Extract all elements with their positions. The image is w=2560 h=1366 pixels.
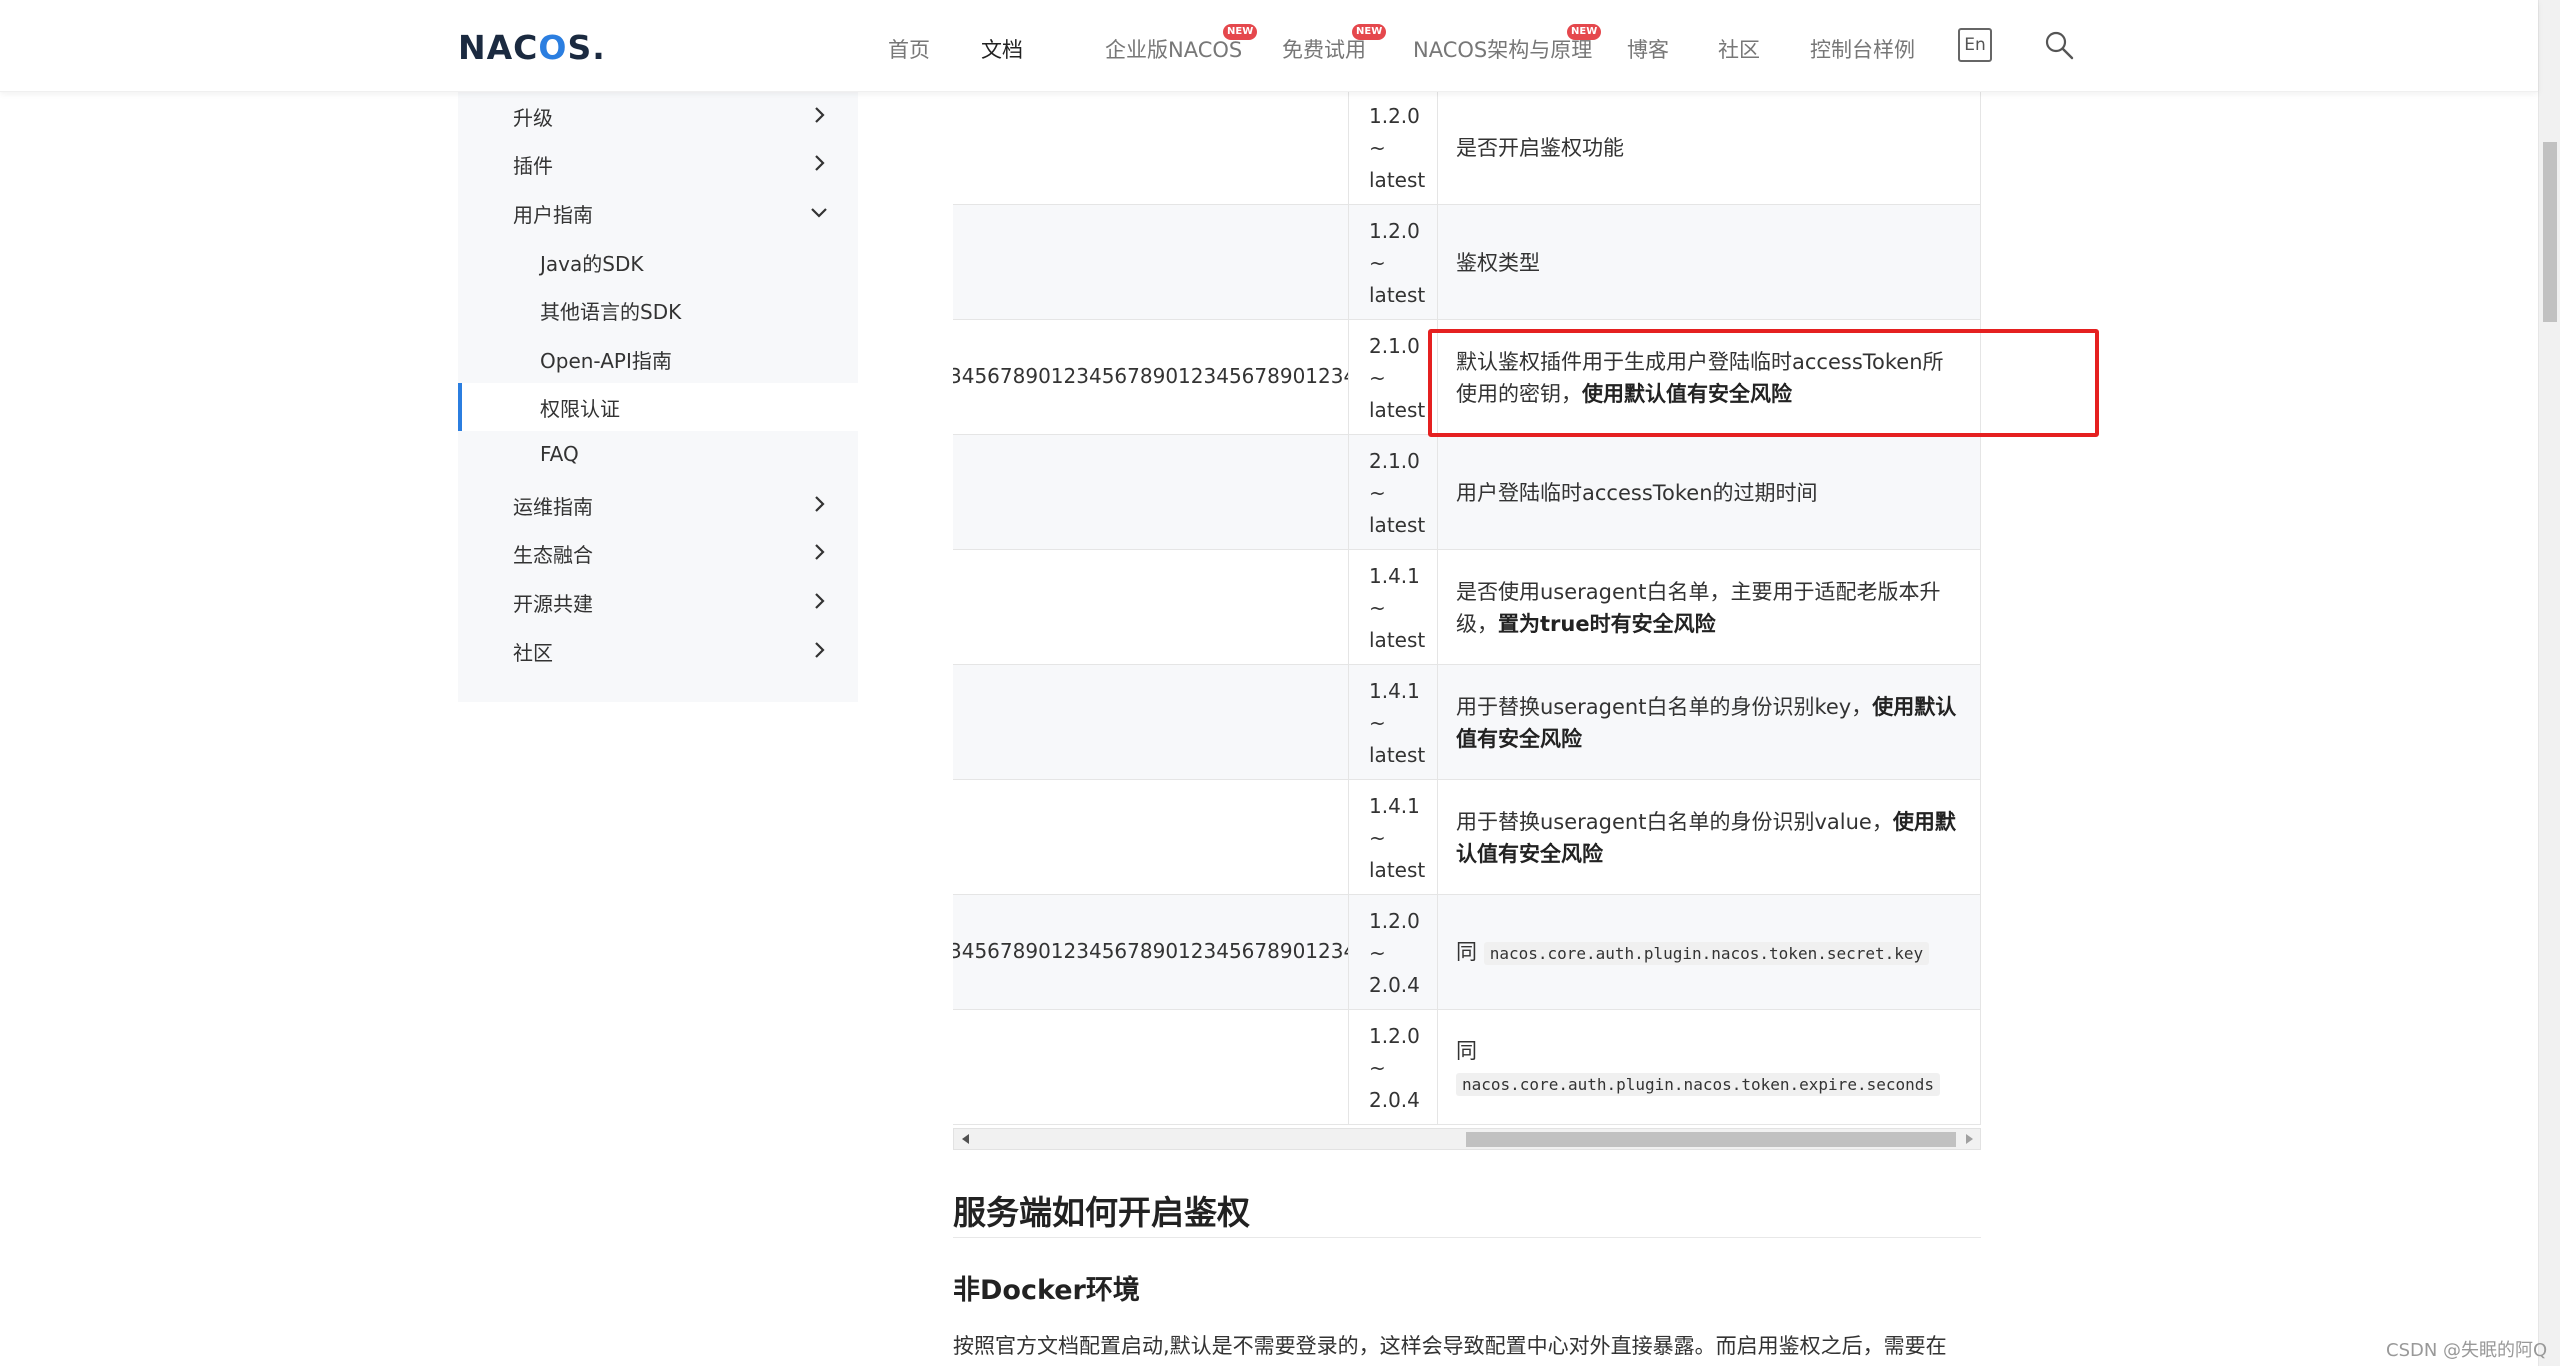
docs-sidebar: 升级 插件 用户指南 Java的SDK 其他语言的SDK Open-API指南 … <box>458 92 858 702</box>
inline-code: nacos.core.auth.plugin.nacos.token.expir… <box>1456 1072 1941 1096</box>
sidebar-item-open-source[interactable]: 开源共建 <box>458 578 858 626</box>
sidebar-item-community[interactable]: 社区 <box>458 627 858 675</box>
chevron-right-icon <box>815 593 825 609</box>
chevron-down-icon <box>811 208 827 218</box>
default-value-cell <box>953 780 1348 895</box>
heading-divider <box>953 1237 1981 1238</box>
table-row: 1.2.0 ~2.0.4 同 nacos.core.auth.plugin.naco… <box>953 1010 1981 1125</box>
description-cell: 用于替换useragent白名单的身份识别key，使用默认值有安全风险 <box>1456 694 1957 751</box>
inline-code: nacos.core.auth.plugin.nacos.token.secre… <box>1483 941 1930 965</box>
nacos-logo[interactable]: NACOS. <box>458 28 606 67</box>
description-cell: 是否使用useragent白名单，主要用于适配老版本升级，置为true时有安全风… <box>1456 579 1941 636</box>
version-cell: 1.4.1 ~ latest <box>1348 780 1438 895</box>
default-value-cell <box>953 205 1348 320</box>
version-cell: 1.4.1 ~ latest <box>1348 665 1438 780</box>
scroll-right-arrow-icon[interactable] <box>1966 1134 1973 1144</box>
sidebar-item-other-sdk[interactable]: 其他语言的SDK <box>458 286 858 334</box>
version-cell: 1.2.0 ~2.0.4 <box>1348 1010 1438 1125</box>
language-switch-button[interactable]: En <box>1958 28 1992 62</box>
subsection-heading: 非Docker环境 <box>953 1275 1140 1306</box>
csdn-watermark: CSDN @失眠的阿Q <box>2386 1340 2548 1361</box>
auth-config-table: 1.2.0 ~ latest 是否开启鉴权功能 1.2.0 ~ latest 鉴权类型 … <box>953 92 1981 1125</box>
version-cell: 1.2.0 ~2.0.4 <box>1348 895 1438 1010</box>
new-badge: NEW <box>1352 24 1387 40</box>
table-row: 3456789012345678901234567890123456789 1.… <box>953 895 1981 1010</box>
scrollbar-thumb[interactable] <box>1466 1132 1956 1147</box>
default-value-cell <box>953 665 1348 780</box>
nav-architecture[interactable]: NACOS架构与原理 NEW <box>1413 24 1602 64</box>
default-value-cell <box>953 92 1348 205</box>
table-row: 1.4.1 ~ latest 用于替换useragent白名单的身份识别value，… <box>953 780 1981 895</box>
chevron-right-icon <box>815 107 825 123</box>
default-value-cell: 3456789012345678901234567890123456789(2.… <box>953 364 1348 388</box>
description-cell: 同 nacos.core.auth.plugin.nacos.token.sec… <box>1438 895 1981 1010</box>
description-cell: 同 nacos.core.auth.plugin.nacos.token.expi… <box>1438 1010 1981 1125</box>
version-cell: 1.2.0 ~ latest <box>1348 92 1438 205</box>
chevron-right-icon <box>815 544 825 560</box>
sidebar-item-plugins[interactable]: 插件 <box>458 140 858 188</box>
top-navbar: NACOS. 首页 文档 企业版NACOS NEW 免费试用 NEW NACOS架构… <box>0 0 2538 92</box>
nav-free-trial[interactable]: 免费试用 NEW <box>1282 24 1387 64</box>
page-vertical-scrollbar[interactable] <box>2538 0 2560 1366</box>
default-value-cell: 3456789012345678901234567890123456789 <box>953 939 1348 963</box>
default-value-cell <box>953 550 1348 665</box>
version-cell: 2.1.0 ~ latest <box>1348 435 1438 550</box>
sidebar-item-ecosystem[interactable]: 生态融合 <box>458 529 858 577</box>
section-heading: 服务端如何开启鉴权 <box>953 1193 1250 1232</box>
table-border <box>1980 92 1981 1125</box>
nav-docs[interactable]: 文档 <box>981 34 1023 64</box>
description-cell: 是否开启鉴权功能 <box>1456 135 1624 160</box>
scrollbar-thumb[interactable] <box>2543 142 2557 322</box>
table-row: 1.2.0 ~ latest 鉴权类型 <box>953 205 1981 320</box>
description-cell: 鉴权类型 <box>1456 250 1540 275</box>
sidebar-item-upgrade[interactable]: 升级 <box>458 92 858 140</box>
search-icon[interactable] <box>2044 30 2074 60</box>
new-badge: NEW <box>1567 24 1602 40</box>
sidebar-item-faq[interactable]: FAQ <box>458 432 858 480</box>
table-row: 1.4.1 ~ latest 是否使用useragent白名单，主要用于适配老版本升… <box>953 550 1981 665</box>
chevron-right-icon <box>815 642 825 658</box>
nav-console-demo[interactable]: 控制台样例 <box>1810 34 1915 64</box>
table-row: 2.1.0 ~ latest 用户登陆临时accessToken的过期时间 <box>953 435 1981 550</box>
table-row: 1.2.0 ~ latest 是否开启鉴权功能 <box>953 92 1981 205</box>
chevron-right-icon <box>815 496 825 512</box>
default-value-cell <box>953 1010 1348 1125</box>
description-cell: 用户登陆临时accessToken的过期时间 <box>1456 480 1818 505</box>
nav-home[interactable]: 首页 <box>888 34 930 64</box>
version-cell: 1.2.0 ~ latest <box>1348 205 1438 320</box>
sidebar-item-open-api[interactable]: Open-API指南 <box>458 335 858 383</box>
default-value-cell <box>953 435 1348 550</box>
annotation-highlight-box <box>1428 329 2099 437</box>
sidebar-item-ops-guide[interactable]: 运维指南 <box>458 481 858 529</box>
nav-blog[interactable]: 博客 <box>1627 34 1669 64</box>
sidebar-item-java-sdk[interactable]: Java的SDK <box>458 238 858 286</box>
nav-enterprise[interactable]: 企业版NACOS NEW <box>1105 24 1258 64</box>
table-horizontal-scrollbar[interactable] <box>953 1128 1981 1150</box>
sidebar-item-auth[interactable]: 权限认证 <box>458 383 858 431</box>
description-cell: 用于替换useragent白名单的身份识别value，使用默认值有安全风险 <box>1456 809 1956 866</box>
chevron-right-icon <box>815 155 825 171</box>
table-row: 1.4.1 ~ latest 用于替换useragent白名单的身份识别key，使用… <box>953 665 1981 780</box>
sidebar-item-user-guide[interactable]: 用户指南 <box>458 189 858 237</box>
version-cell: 1.4.1 ~ latest <box>1348 550 1438 665</box>
version-cell: 2.1.0 ~ latest <box>1348 320 1438 435</box>
nav-community[interactable]: 社区 <box>1718 34 1760 64</box>
body-paragraph: 按照官方文档配置启动,默认是不需要登录的，这样会导致配置中心对外直接暴露。而启用… <box>953 1334 1947 1358</box>
new-badge: NEW <box>1223 24 1258 40</box>
scroll-left-arrow-icon[interactable] <box>962 1134 969 1144</box>
